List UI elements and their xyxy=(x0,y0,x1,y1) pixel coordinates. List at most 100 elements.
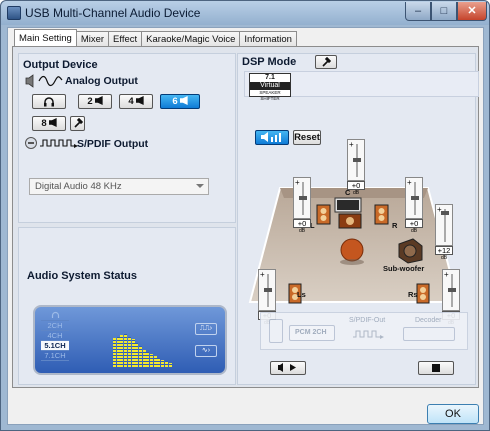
center-volume-value: +0 xyxy=(347,181,365,190)
meter-bar xyxy=(124,333,128,367)
meter-bar xyxy=(135,343,139,367)
meter-bar xyxy=(146,352,150,367)
spdif-signal-icon xyxy=(353,330,384,339)
speaker-test-button[interactable] xyxy=(255,130,289,145)
tab-mixer[interactable]: Mixer xyxy=(75,31,110,47)
headphones-icon xyxy=(44,97,54,107)
slider-knob[interactable] xyxy=(441,211,449,215)
center-speaker-icon xyxy=(334,197,362,229)
slider-knob[interactable] xyxy=(448,288,456,292)
headphone-channel-button[interactable] xyxy=(32,94,66,109)
meter-bar xyxy=(131,339,135,367)
ok-button[interactable]: OK xyxy=(427,404,479,424)
center-volume-slider[interactable]: + +0 dB xyxy=(347,139,365,196)
meter-bar xyxy=(150,354,153,367)
window-title: USB Multi-Channel Audio Device xyxy=(25,6,201,20)
slider-knob[interactable] xyxy=(264,288,272,292)
plus-icon: + xyxy=(407,178,412,187)
app-icon xyxy=(7,6,21,20)
stop-icon xyxy=(432,364,440,372)
surround-left-speaker-label: Ls xyxy=(297,290,306,299)
channel-4-button[interactable]: 4 xyxy=(119,94,153,109)
spdif-output-label: S/PDIF Output xyxy=(77,138,149,150)
channel-8-button[interactable]: 8 xyxy=(32,116,66,131)
meter-bar xyxy=(157,357,161,367)
play-icon xyxy=(278,363,296,372)
channel-indicator-list: 2CH 4CH 5.1CH 7.1CH xyxy=(41,311,69,361)
audio-system-status-panel: Audio System Status 2CH 4CH 5.1CH 7.1CH … xyxy=(18,227,236,385)
tab-karaoke-magic-voice[interactable]: Karaoke/Magic Voice xyxy=(141,31,241,47)
meter-bar xyxy=(168,363,172,367)
subwoofer-volume-slider[interactable]: + +12 dB xyxy=(435,204,453,261)
channel-4-label: 4 xyxy=(128,96,134,107)
reset-button[interactable]: Reset xyxy=(293,130,321,145)
title-bar[interactable]: USB Multi-Channel Audio Device – □ ✕ xyxy=(1,1,489,25)
front-right-volume-value: +0 xyxy=(405,219,423,228)
speaker-icon xyxy=(48,118,57,127)
virtual-7-1-button[interactable]: 7.1 Virtual SPEAKER SHIFTER xyxy=(249,73,291,101)
tab-main-setting[interactable]: Main Setting xyxy=(14,29,77,47)
meter-bar xyxy=(142,349,146,367)
analog-output-icon xyxy=(25,74,63,88)
front-right-volume-slider[interactable]: + +0 dB xyxy=(405,177,423,234)
surround-right-speaker-icon xyxy=(416,283,430,304)
slider-knob[interactable] xyxy=(353,158,361,162)
virtual-bottom-label: SPEAKER SHIFTER xyxy=(259,90,281,101)
headphones-icon xyxy=(51,311,59,318)
tab-effect[interactable]: Effect xyxy=(108,31,143,47)
subwoofer-volume-unit: dB xyxy=(440,255,448,261)
audio-status-display: 2CH 4CH 5.1CH 7.1CH ⎍⎍› ∿› xyxy=(33,305,227,375)
front-left-volume-unit: dB xyxy=(298,228,306,234)
center-volume-unit: dB xyxy=(352,190,360,196)
dialog-client: Main Setting Mixer Effect Karaoke/Magic … xyxy=(7,27,484,425)
meter-bar xyxy=(116,336,120,367)
app-window: USB Multi-Channel Audio Device – □ ✕ Mai… xyxy=(0,0,490,431)
spdif-format-select[interactable]: Digital Audio 48 KHz xyxy=(29,178,209,195)
front-right-speaker-label: R xyxy=(392,221,398,230)
meter-bar xyxy=(164,361,168,367)
dsp-tool-button[interactable] xyxy=(315,55,337,69)
wrench-icon xyxy=(322,56,332,67)
channel-8-label: 8 xyxy=(41,118,47,129)
channel-indicator-4ch: 4CH xyxy=(41,331,69,341)
meter-bar xyxy=(120,334,124,367)
plus-icon: + xyxy=(444,270,449,279)
wrench-icon xyxy=(73,117,83,128)
slider-knob[interactable] xyxy=(299,196,307,200)
test-play-button[interactable] xyxy=(270,361,306,375)
decoder-device-icon xyxy=(403,327,455,341)
front-left-volume-value: +0 xyxy=(293,219,311,228)
chevron-down-icon xyxy=(196,184,204,188)
slider-track: + xyxy=(347,139,365,181)
subwoofer-volume-value: +12 xyxy=(435,246,453,255)
channel-indicator-7-1ch: 7.1CH xyxy=(41,351,69,361)
front-right-volume-unit: dB xyxy=(410,228,418,234)
slider-track: + xyxy=(258,269,276,311)
channel-2-button[interactable]: 2 xyxy=(78,94,112,109)
dsp-mode-panel: DSP Mode 7.1 Virtual SPEAKER SHIFTER Res… xyxy=(237,53,479,385)
slider-track: + xyxy=(405,177,423,219)
test-stop-button[interactable] xyxy=(418,361,454,375)
plus-icon: + xyxy=(349,140,354,149)
signal-pipeline: PCM 2CH S/PDIF-Out Decoder xyxy=(260,312,468,350)
maximize-button[interactable]: □ xyxy=(431,2,457,21)
channel-indicator-2ch: 2CH xyxy=(41,321,69,331)
minimize-button[interactable]: – xyxy=(405,2,431,21)
audio-status-title: Audio System Status xyxy=(27,270,138,282)
main-setting-panel: Output Device Analog Output 2 4 6 8 S/PD… xyxy=(12,46,479,388)
subwoofer-speaker-icon xyxy=(398,238,423,264)
subwoofer-speaker-label: Sub-woofer xyxy=(383,264,425,273)
close-button[interactable]: ✕ xyxy=(457,2,487,21)
front-left-volume-slider[interactable]: + +0 dB xyxy=(293,177,311,234)
plus-icon: + xyxy=(295,178,300,187)
pcm-badge: PCM 2CH xyxy=(289,325,335,341)
slider-knob[interactable] xyxy=(411,196,419,200)
front-left-speaker-icon xyxy=(316,204,331,225)
speaker-icon xyxy=(179,96,188,105)
tab-information[interactable]: Information xyxy=(239,31,297,47)
tool-button[interactable] xyxy=(70,116,85,131)
decoder-label: Decoder xyxy=(415,317,442,324)
slider-track: + xyxy=(435,204,453,246)
surround-right-speaker-label: Rs xyxy=(408,290,418,299)
channel-6-button[interactable]: 6 xyxy=(160,94,200,109)
